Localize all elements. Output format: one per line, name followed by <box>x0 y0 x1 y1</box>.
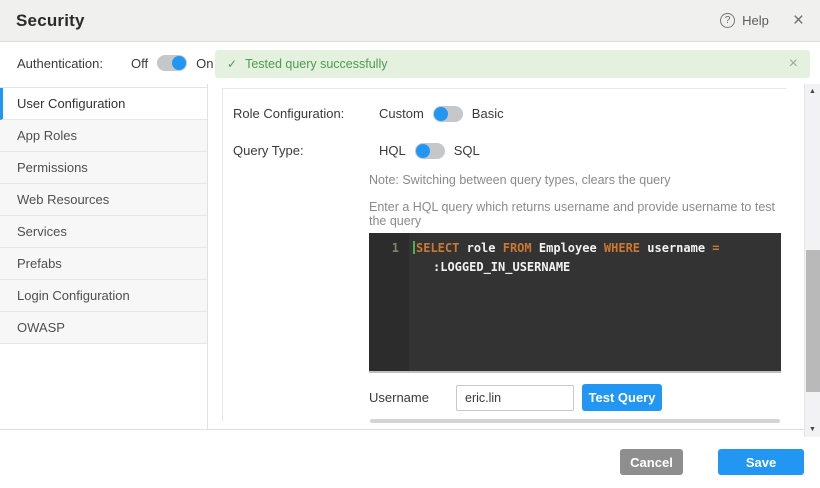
authentication-on-label: On <box>196 56 213 71</box>
query-description: Enter a HQL query which returns username… <box>369 200 786 228</box>
check-icon: ✓ <box>227 57 237 71</box>
toggle-knob <box>416 144 430 158</box>
sql-keyword: SELECT <box>416 241 459 255</box>
page-title: Security <box>16 11 85 31</box>
sidebar-item-app-roles[interactable]: App Roles <box>0 120 207 152</box>
editor-line-number: 1 <box>369 233 409 371</box>
sql-identifier: Employee <box>539 241 597 255</box>
sql-identifier: role <box>467 241 496 255</box>
sidebar: User Configuration App Roles Permissions… <box>0 87 207 344</box>
hql-option-label: HQL <box>379 143 406 158</box>
vertical-scrollbar[interactable]: ▲ ▼ <box>804 84 820 437</box>
role-configuration-control: Custom Basic <box>379 106 504 122</box>
scrollbar-thumb[interactable] <box>806 250 820 392</box>
alert-close-icon[interactable]: × <box>789 56 798 72</box>
basic-option-label: Basic <box>472 106 504 121</box>
sidebar-item-login-configuration[interactable]: Login Configuration <box>0 280 207 312</box>
query-type-note: Note: Switching between query types, cle… <box>369 173 671 187</box>
alert-message: Tested query successfully <box>245 57 387 71</box>
close-icon[interactable]: × <box>793 11 804 30</box>
username-input[interactable] <box>456 385 574 411</box>
sql-identifier: username <box>647 241 705 255</box>
sql-operator: = <box>712 241 719 255</box>
help-label: Help <box>742 13 769 28</box>
editor-code: SELECT role FROM Employee WHERE username… <box>409 233 781 371</box>
authentication-off-label: Off <box>131 56 148 71</box>
custom-option-label: Custom <box>379 106 424 121</box>
sql-keyword: WHERE <box>604 241 640 255</box>
sql-option-label: SQL <box>454 143 480 158</box>
role-configuration-label: Role Configuration: <box>233 106 344 121</box>
scroll-down-icon[interactable]: ▼ <box>805 426 820 433</box>
role-configuration-row: Role Configuration: Custom Basic <box>233 106 773 121</box>
test-query-button[interactable]: Test Query <box>582 384 662 411</box>
username-label: Username <box>369 390 456 405</box>
security-dialog: Security ? Help × Authentication: Off On… <box>0 0 820 488</box>
sidebar-item-services[interactable]: Services <box>0 216 207 248</box>
toggle-knob <box>172 56 186 70</box>
horizontal-scrollbar[interactable] <box>370 419 780 423</box>
save-button[interactable]: Save <box>718 449 804 475</box>
query-type-label: Query Type: <box>233 143 304 158</box>
query-type-control: HQL SQL <box>379 143 480 159</box>
sidebar-item-web-resources[interactable]: Web Resources <box>0 184 207 216</box>
editor-caret <box>413 241 415 254</box>
authentication-toggle[interactable] <box>157 55 187 71</box>
scroll-up-icon[interactable]: ▲ <box>805 88 820 95</box>
sidebar-item-prefabs[interactable]: Prefabs <box>0 248 207 280</box>
sidebar-item-owasp[interactable]: OWASP <box>0 312 207 344</box>
toggle-knob <box>434 107 448 121</box>
footer-bar: Cancel Save <box>0 429 820 488</box>
help-icon: ? <box>720 13 735 28</box>
query-type-row: Query Type: HQL SQL <box>233 143 773 158</box>
header-actions: ? Help × <box>720 11 804 30</box>
sql-parameter: :LOGGED_IN_USERNAME <box>413 258 773 277</box>
role-configuration-toggle[interactable] <box>433 106 463 122</box>
sql-keyword: FROM <box>503 241 532 255</box>
authentication-label: Authentication: <box>17 56 103 71</box>
cancel-button[interactable]: Cancel <box>620 449 683 475</box>
sidebar-item-permissions[interactable]: Permissions <box>0 152 207 184</box>
sidebar-item-user-configuration[interactable]: User Configuration <box>0 88 207 120</box>
header: Security ? Help × <box>0 0 820 42</box>
user-configuration-panel: Role Configuration: Custom Basic Query T… <box>222 88 786 421</box>
help-button[interactable]: ? Help <box>720 13 769 28</box>
query-type-toggle[interactable] <box>415 143 445 159</box>
success-alert: ✓ Tested query successfully × <box>215 50 810 78</box>
query-code-editor[interactable]: 1 SELECT role FROM Employee WHERE userna… <box>369 233 781 371</box>
sidebar-divider <box>207 84 208 429</box>
username-row: Username Test Query <box>369 384 662 411</box>
